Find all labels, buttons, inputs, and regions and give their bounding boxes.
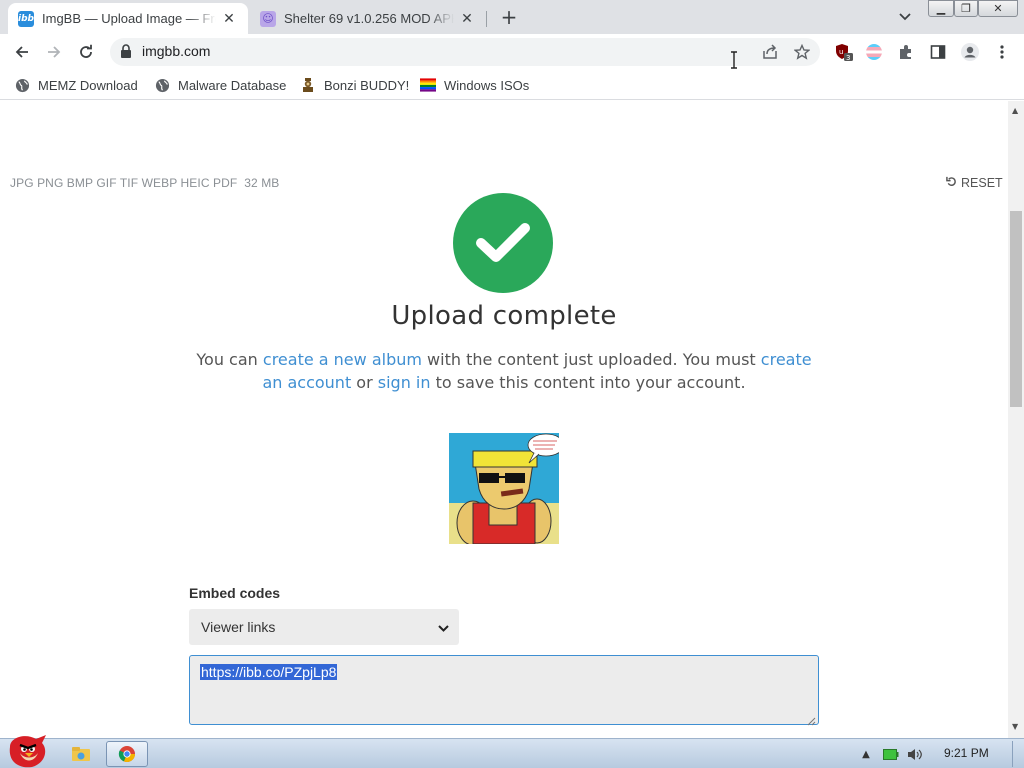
max-size: 32 MB	[244, 176, 280, 190]
tab-shelter[interactable]: ☺ Shelter 69 v1.0.256 MOD APK ✕	[250, 3, 486, 34]
globe-icon	[14, 77, 30, 93]
undo-icon	[946, 175, 957, 190]
create-album-link[interactable]: create a new album	[263, 350, 422, 369]
taskbar: ▲ 9:21 PM	[0, 735, 1024, 768]
bookmark-bonzi-buddy[interactable]: Bonzi BUDDY!	[300, 76, 409, 94]
bookmark-label: Malware Database	[178, 77, 287, 93]
supported-formats: JPG PNG BMP GIF TIF WEBP HEIC PDF 32 MB	[10, 176, 279, 190]
trans-flag-extension-icon[interactable]	[864, 42, 884, 62]
embed-code-text: https://ibb.co/PZpjLp8	[200, 664, 338, 680]
lead-text: with the content just uploaded. You must	[421, 350, 761, 369]
scrollbar-thumb[interactable]	[1010, 211, 1022, 407]
close-tab-icon[interactable]: ✕	[458, 10, 476, 28]
show-desktop-button[interactable]	[1012, 741, 1022, 767]
browser-toolbar: imgbb.com u3	[0, 34, 1024, 70]
sign-in-link[interactable]: sign in	[378, 373, 431, 392]
tab-strip: ibb ImgBB — Upload Image — Fre ✕ ☺ Shelt…	[0, 0, 1024, 34]
bookmark-malware-database[interactable]: Malware Database	[154, 76, 286, 94]
minimize-button[interactable]: ▁	[928, 0, 954, 17]
start-button-angry-bird-icon[interactable]	[0, 733, 54, 768]
extension-badge: 3	[846, 54, 850, 62]
upload-complete-heading: Upload complete	[391, 301, 617, 331]
address-bar[interactable]: imgbb.com	[110, 38, 820, 66]
file-explorer-icon[interactable]	[66, 741, 96, 767]
formats-list: JPG PNG BMP GIF TIF WEBP HEIC PDF	[10, 176, 238, 190]
lead-text: or	[351, 373, 378, 392]
embed-select-value: Viewer links	[201, 619, 276, 635]
bookmark-label: Bonzi BUDDY!	[324, 77, 410, 93]
bookmark-windows-isos[interactable]: Windows ISOs	[420, 76, 529, 94]
tab-imgbb[interactable]: ibb ImgBB — Upload Image — Fre ✕	[8, 3, 248, 34]
tab-divider	[486, 11, 487, 27]
resize-grip-icon[interactable]	[807, 713, 816, 726]
bonzi-icon	[300, 77, 316, 93]
taskbar-clock[interactable]: 9:21 PM	[944, 746, 989, 760]
close-tab-icon[interactable]: ✕	[220, 10, 238, 28]
page-content: JPG PNG BMP GIF TIF WEBP HEIC PDF 32 MB …	[0, 101, 1008, 738]
battery-icon[interactable]	[882, 747, 900, 761]
back-button[interactable]	[10, 40, 34, 64]
forward-button[interactable]	[42, 40, 66, 64]
success-check-icon	[453, 193, 553, 293]
embed-codes-select[interactable]: Viewer links	[189, 609, 459, 645]
tab-search-chevron-icon[interactable]	[896, 8, 914, 26]
volume-icon[interactable]	[906, 747, 924, 761]
tray-arrow-icon[interactable]: ▲	[860, 747, 872, 761]
upload-complete-message: You can create a new album with the cont…	[195, 348, 813, 394]
tab-title: Shelter 69 v1.0.256 MOD APK	[284, 11, 454, 26]
embed-codes-label: Embed codes	[189, 585, 281, 601]
new-tab-button[interactable]: +	[498, 6, 520, 28]
chevron-down-icon	[438, 619, 449, 635]
reload-button[interactable]	[74, 40, 98, 64]
bookmark-memz[interactable]: MEMZ Download	[14, 76, 138, 94]
chrome-taskbar-button[interactable]	[106, 741, 148, 767]
embed-code-textarea[interactable]: https://ibb.co/PZpjLp8	[189, 655, 819, 726]
chrome-menu-icon[interactable]	[992, 42, 1012, 62]
ublock-extension-icon[interactable]: u3	[834, 42, 854, 62]
text-cursor-icon	[729, 51, 739, 73]
extensions-puzzle-icon[interactable]	[896, 42, 916, 62]
tab-title: ImgBB — Upload Image — Fre	[42, 11, 216, 26]
shelter-favicon-icon: ☺	[260, 10, 276, 27]
url-text[interactable]: imgbb.com	[142, 43, 210, 59]
uploaded-image-thumbnail[interactable]	[449, 433, 559, 544]
scroll-up-arrow-icon[interactable]: ▲	[1012, 107, 1020, 115]
bookmark-label: Windows ISOs	[444, 77, 530, 93]
side-panel-icon[interactable]	[928, 42, 948, 62]
lead-text: to save this content into your account.	[430, 373, 746, 392]
lock-icon[interactable]	[120, 44, 132, 63]
bookmark-star-icon[interactable]	[792, 42, 812, 62]
imgbb-favicon-icon: ibb	[18, 10, 34, 27]
bookmarks-bar: MEMZ Download Malware Database Bonzi BUD…	[0, 70, 1024, 100]
profile-avatar-icon[interactable]	[960, 42, 980, 62]
page-scrollbar[interactable]: ▲ ▼	[1008, 101, 1024, 738]
lead-text: You can	[196, 350, 263, 369]
globe-icon	[154, 77, 170, 93]
close-window-button[interactable]: ✕	[978, 0, 1018, 17]
reset-label: RESET	[961, 175, 1003, 190]
scroll-down-arrow-icon[interactable]: ▼	[1012, 723, 1020, 731]
restore-button[interactable]: ❐	[954, 0, 978, 17]
bookmark-label: MEMZ Download	[38, 77, 138, 93]
share-icon[interactable]	[760, 42, 780, 62]
reset-button[interactable]: RESET	[946, 175, 1003, 190]
svg-text:u: u	[839, 48, 843, 56]
windows-flag-icon	[420, 77, 436, 93]
